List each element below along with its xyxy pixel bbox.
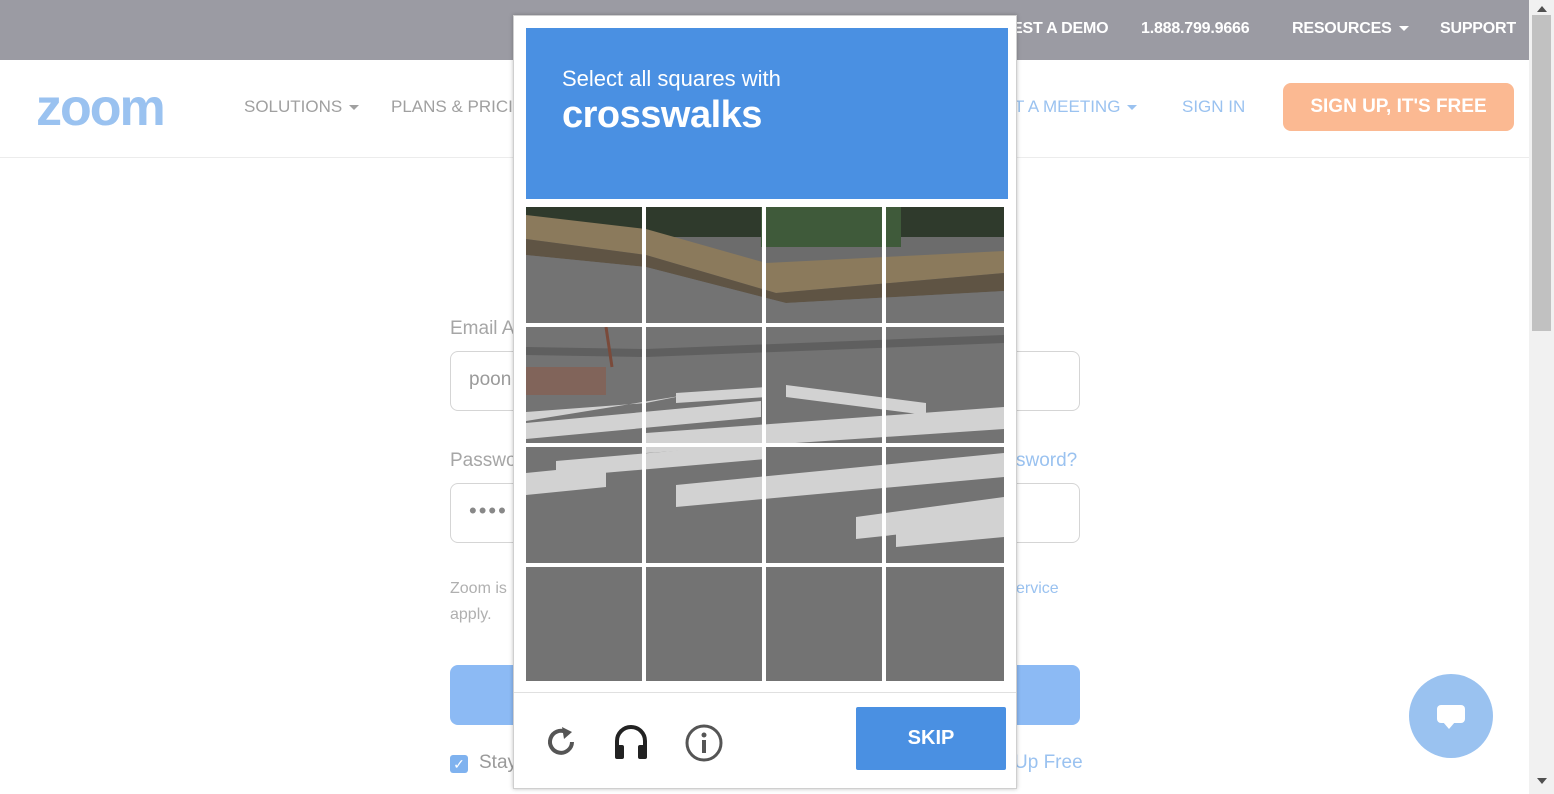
captcha-tile-6[interactable]	[646, 327, 762, 443]
password-value: ••••	[469, 498, 508, 523]
solutions-menu[interactable]: SOLUTIONS	[244, 97, 360, 117]
captcha-tile-15[interactable]	[766, 567, 882, 681]
support-link[interactable]: SUPPORT	[1440, 20, 1516, 38]
captcha-tile-3[interactable]	[766, 207, 882, 323]
email-value: poon	[469, 369, 512, 390]
terms-text-line2: apply.	[450, 606, 492, 623]
captcha-tile-4[interactable]	[886, 207, 1004, 323]
email-label: Email A	[450, 318, 515, 339]
captcha-tile-16[interactable]	[886, 567, 1004, 681]
host-meeting-menu[interactable]: T A MEETING	[1014, 97, 1138, 117]
captcha-header: Select all squares with crosswalks	[526, 28, 1008, 199]
stay-signed-in-label: Stay	[479, 752, 518, 773]
request-demo-link[interactable]: EST A DEMO	[1012, 20, 1109, 38]
captcha-keyword: crosswalks	[562, 94, 762, 136]
page-scrollbar[interactable]	[1529, 0, 1554, 794]
scroll-thumb[interactable]	[1532, 15, 1551, 331]
chevron-down-icon	[1127, 105, 1138, 111]
captcha-tile-1[interactable]	[526, 207, 642, 323]
captcha-tile-8[interactable]	[886, 327, 1004, 443]
chat-button[interactable]	[1409, 674, 1493, 758]
password-label: Passwo	[450, 450, 517, 471]
sign-up-button[interactable]: SIGN UP, IT'S FREE	[1283, 83, 1514, 131]
zoom-logo[interactable]: zoom	[36, 82, 166, 134]
captcha-footer: SKIP	[514, 692, 1016, 789]
resources-menu[interactable]: RESOURCES	[1292, 20, 1409, 38]
captcha-tile-13[interactable]	[526, 567, 642, 681]
captcha-tile-5[interactable]	[526, 327, 642, 443]
scroll-down-arrow-icon[interactable]	[1537, 778, 1547, 784]
captcha-tile-10[interactable]	[646, 447, 762, 563]
chevron-down-icon	[349, 105, 360, 111]
terms-of-service-link[interactable]: ervice	[1016, 580, 1059, 598]
scroll-up-arrow-icon[interactable]	[1537, 6, 1547, 12]
sign-up-free-link[interactable]: Up Free	[1014, 752, 1083, 774]
captcha-image-grid	[526, 207, 1004, 681]
resources-label: RESOURCES	[1292, 20, 1392, 37]
terms-text: Zoom is	[450, 580, 507, 597]
solutions-label: SOLUTIONS	[244, 97, 343, 116]
captcha-tile-7[interactable]	[766, 327, 882, 443]
audio-headphones-icon[interactable]	[612, 723, 650, 761]
captcha-tile-12[interactable]	[886, 447, 1004, 563]
forgot-password-link[interactable]: sword?	[1016, 450, 1077, 472]
chevron-down-icon	[1398, 26, 1409, 32]
info-icon[interactable]	[684, 723, 723, 762]
sign-in-link[interactable]: SIGN IN	[1182, 97, 1245, 117]
plans-pricing-link[interactable]: PLANS & PRICI	[391, 97, 513, 117]
captcha-tile-14[interactable]	[646, 567, 762, 681]
chat-bubble-icon	[1437, 705, 1465, 729]
phone-link[interactable]: 1.888.799.9666	[1141, 20, 1250, 38]
skip-button[interactable]: SKIP	[856, 707, 1006, 770]
stay-signed-in-checkbox[interactable]: ✓	[450, 755, 468, 773]
captcha-tile-2[interactable]	[646, 207, 762, 323]
host-meeting-label: T A MEETING	[1014, 97, 1121, 116]
captcha-instruction: Select all squares with	[562, 66, 781, 91]
captcha-tile-9[interactable]	[526, 447, 642, 563]
recaptcha-challenge: Select all squares with crosswalks SKIP	[513, 15, 1017, 789]
reload-icon[interactable]	[542, 723, 580, 761]
captcha-tile-11[interactable]	[766, 447, 882, 563]
